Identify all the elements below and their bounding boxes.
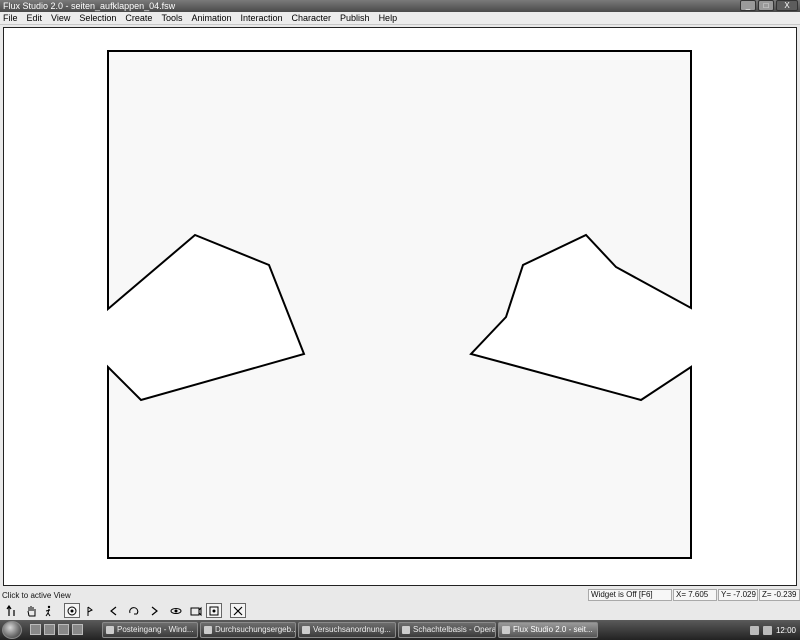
folder-icon (204, 626, 212, 634)
z-coordinate: Z= -0.239 (759, 589, 800, 601)
document-icon (302, 626, 310, 634)
app-window: Flux Studio 2.0 - seiten_aufklappen_04.f… (0, 0, 800, 640)
play-icon[interactable] (146, 603, 162, 618)
task-label: Versuchsanordnung... (313, 625, 391, 634)
camera-icon[interactable] (64, 603, 80, 618)
menu-publish[interactable]: Publish (340, 12, 370, 25)
window-title: Flux Studio 2.0 - seiten_aufklappen_04.f… (3, 1, 176, 11)
navigation-toolbar (0, 602, 800, 620)
menu-animation[interactable]: Animation (191, 12, 231, 25)
mail-quicklaunch-icon[interactable] (58, 624, 69, 635)
3d-viewport[interactable] (3, 27, 797, 586)
task-label: Posteingang - Wind... (117, 625, 194, 634)
orbit-icon[interactable] (168, 603, 184, 618)
menu-tools[interactable]: Tools (161, 12, 182, 25)
mail-icon (106, 626, 114, 634)
close-button[interactable]: X (776, 0, 798, 11)
minimize-button[interactable]: _ (740, 0, 756, 11)
menu-bar: File Edit View Selection Create Tools An… (0, 12, 800, 25)
opera-icon (402, 626, 410, 634)
view-icon[interactable] (188, 603, 204, 618)
hand-icon[interactable] (24, 603, 40, 618)
window-controls: _ □ X (740, 0, 798, 12)
walk-icon[interactable] (40, 603, 56, 618)
maximize-button[interactable]: □ (758, 0, 774, 11)
step-back-icon[interactable] (106, 603, 122, 618)
taskbar-item-opera[interactable]: Schachtelbasis - Opera (398, 622, 496, 638)
taskbar-item-search[interactable]: Durchsuchungsergeb... (200, 622, 296, 638)
start-button[interactable] (2, 621, 22, 639)
menu-help[interactable]: Help (379, 12, 398, 25)
show-desktop-icon[interactable] (30, 624, 41, 635)
taskbar-item-document[interactable]: Versuchsanordnung... (298, 622, 396, 638)
pointer-up-icon[interactable] (4, 603, 20, 618)
task-label: Durchsuchungsergeb... (215, 625, 296, 634)
scene-outline (107, 50, 692, 559)
network-icon[interactable] (749, 625, 759, 635)
taskbar: Posteingang - Wind... Durchsuchungsergeb… (0, 620, 800, 640)
taskbar-item-flux-studio[interactable]: Flux Studio 2.0 - seit... (498, 622, 598, 638)
menu-create[interactable]: Create (125, 12, 152, 25)
clock[interactable]: 12:00 (776, 626, 796, 635)
scene-canvas (107, 50, 692, 559)
menu-file[interactable]: File (3, 12, 18, 25)
fit-icon[interactable] (206, 603, 222, 618)
rotate-icon[interactable] (126, 603, 142, 618)
menu-interaction[interactable]: Interaction (240, 12, 282, 25)
menu-view[interactable]: View (51, 12, 70, 25)
title-bar: Flux Studio 2.0 - seiten_aufklappen_04.f… (0, 0, 800, 12)
x-coordinate: X= 7.605 (673, 589, 717, 601)
system-tray: 12:00 (720, 621, 800, 639)
menu-selection[interactable]: Selection (79, 12, 116, 25)
fly-icon[interactable] (82, 603, 98, 618)
task-label: Flux Studio 2.0 - seit... (513, 625, 593, 634)
task-label: Schachtelbasis - Opera (413, 625, 496, 634)
browser-quicklaunch-icon[interactable] (44, 624, 55, 635)
menu-character[interactable]: Character (292, 12, 332, 25)
widget-status: Widget is Off [F6] (588, 589, 672, 601)
status-message: Click to active View (2, 591, 71, 600)
switch-windows-icon[interactable] (72, 624, 83, 635)
y-coordinate: Y= -7.029 (718, 589, 758, 601)
menu-edit[interactable]: Edit (27, 12, 43, 25)
volume-icon[interactable] (762, 625, 772, 635)
status-row: Click to active View Widget is Off [F6] … (0, 588, 800, 602)
close-view-icon[interactable] (230, 603, 246, 618)
flux-app-icon (502, 626, 510, 634)
taskbar-item-inbox[interactable]: Posteingang - Wind... (102, 622, 198, 638)
